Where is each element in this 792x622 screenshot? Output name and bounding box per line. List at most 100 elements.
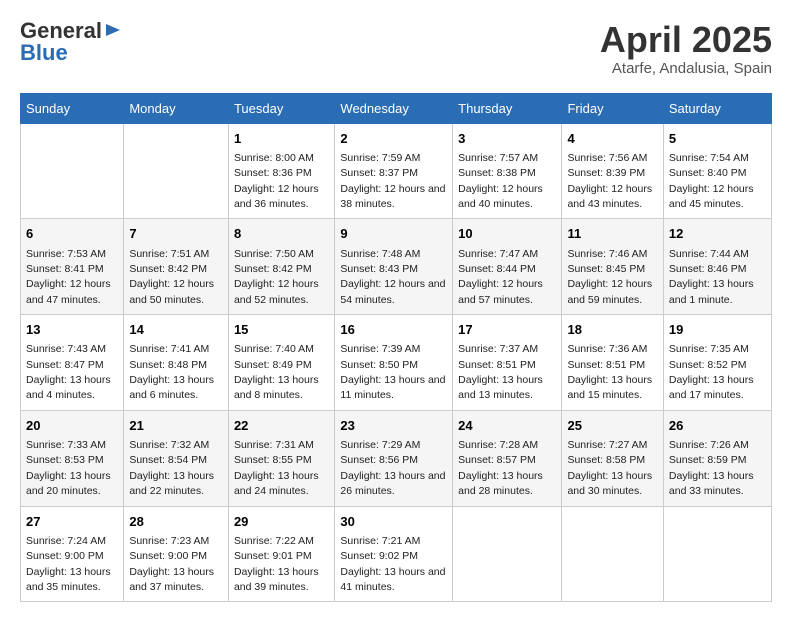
day-number: 17	[458, 321, 556, 339]
sunrise-info: Sunrise: 7:29 AM	[340, 439, 420, 451]
day-number: 15	[234, 321, 329, 339]
sunrise-info: Sunrise: 7:40 AM	[234, 343, 314, 355]
logo-general: General	[20, 20, 102, 42]
calendar-cell: 19Sunrise: 7:35 AMSunset: 8:52 PMDayligh…	[663, 315, 771, 411]
logo-flag-icon	[104, 22, 122, 40]
sunrise-info: Sunrise: 7:43 AM	[26, 343, 106, 355]
day-number: 6	[26, 225, 118, 243]
calendar-week-3: 13Sunrise: 7:43 AMSunset: 8:47 PMDayligh…	[21, 315, 772, 411]
calendar-table: SundayMondayTuesdayWednesdayThursdayFrid…	[20, 93, 772, 603]
calendar-cell: 21Sunrise: 7:32 AMSunset: 8:54 PMDayligh…	[124, 410, 229, 506]
calendar-cell: 8Sunrise: 7:50 AMSunset: 8:42 PMDaylight…	[228, 219, 334, 315]
daylight-info: Daylight: 13 hours and 17 minutes.	[669, 374, 754, 401]
sunrise-info: Sunrise: 7:37 AM	[458, 343, 538, 355]
sunset-info: Sunset: 9:00 PM	[26, 550, 104, 562]
calendar-cell: 7Sunrise: 7:51 AMSunset: 8:42 PMDaylight…	[124, 219, 229, 315]
column-header-monday: Monday	[124, 93, 229, 123]
daylight-info: Daylight: 12 hours and 59 minutes.	[567, 278, 652, 305]
day-number: 28	[129, 513, 223, 531]
page-subtitle: Atarfe, Andalusia, Spain	[600, 60, 772, 77]
calendar-week-2: 6 Sunrise: 7:53 AM Sunset: 8:41 PM Daylight…	[21, 219, 772, 315]
daylight-info: Daylight: 12 hours and 52 minutes.	[234, 278, 319, 305]
calendar-cell: 4Sunrise: 7:56 AMSunset: 8:39 PMDaylight…	[562, 123, 663, 219]
calendar-cell	[562, 506, 663, 602]
daylight-info: Daylight: 12 hours and 57 minutes.	[458, 278, 543, 305]
calendar-cell	[21, 123, 124, 219]
daylight-info: Daylight: 13 hours and 11 minutes.	[340, 374, 445, 401]
calendar-cell: 18Sunrise: 7:36 AMSunset: 8:51 PMDayligh…	[562, 315, 663, 411]
day-number: 9	[340, 225, 447, 243]
calendar-cell: 23Sunrise: 7:29 AMSunset: 8:56 PMDayligh…	[335, 410, 453, 506]
sunset-info: Sunset: 8:42 PM	[234, 263, 312, 275]
day-number: 26	[669, 417, 766, 435]
calendar-cell	[663, 506, 771, 602]
sunset-info: Sunset: 8:48 PM	[129, 359, 207, 371]
sunrise-info: Sunrise: 7:39 AM	[340, 343, 420, 355]
sunset-info: Sunset: 8:56 PM	[340, 454, 418, 466]
sunset-info: Sunset: 8:58 PM	[567, 454, 645, 466]
sunrise-info: Sunrise: 7:27 AM	[567, 439, 647, 451]
sunrise-info: Sunrise: 7:57 AM	[458, 152, 538, 164]
daylight-info: Daylight: 13 hours and 30 minutes.	[567, 470, 652, 497]
sunrise-info: Sunrise: 7:36 AM	[567, 343, 647, 355]
column-header-wednesday: Wednesday	[335, 93, 453, 123]
calendar-cell: 27Sunrise: 7:24 AMSunset: 9:00 PMDayligh…	[21, 506, 124, 602]
day-number: 8	[234, 225, 329, 243]
calendar-cell: 29Sunrise: 7:22 AMSunset: 9:01 PMDayligh…	[228, 506, 334, 602]
column-header-tuesday: Tuesday	[228, 93, 334, 123]
daylight-info: Daylight: 13 hours and 26 minutes.	[340, 470, 445, 497]
daylight-info: Daylight: 13 hours and 4 minutes.	[26, 374, 111, 401]
daylight-info: Daylight: 12 hours and 50 minutes.	[129, 278, 214, 305]
sunrise-info: Sunrise: 7:51 AM	[129, 248, 209, 260]
daylight-info: Daylight: 13 hours and 24 minutes.	[234, 470, 319, 497]
day-number: 7	[129, 225, 223, 243]
column-header-thursday: Thursday	[453, 93, 562, 123]
calendar-cell: 6 Sunrise: 7:53 AM Sunset: 8:41 PM Daylight…	[21, 219, 124, 315]
column-header-sunday: Sunday	[21, 93, 124, 123]
daylight-info: Daylight: 13 hours and 15 minutes.	[567, 374, 652, 401]
calendar-cell: 12Sunrise: 7:44 AMSunset: 8:46 PMDayligh…	[663, 219, 771, 315]
sunset-info: Sunset: 8:53 PM	[26, 454, 104, 466]
daylight-info: Daylight: 12 hours and 43 minutes.	[567, 183, 652, 210]
calendar-cell: 24Sunrise: 7:28 AMSunset: 8:57 PMDayligh…	[453, 410, 562, 506]
day-number: 2	[340, 130, 447, 148]
calendar-cell: 2Sunrise: 7:59 AMSunset: 8:37 PMDaylight…	[335, 123, 453, 219]
day-number: 4	[567, 130, 657, 148]
calendar-cell: 11Sunrise: 7:46 AMSunset: 8:45 PMDayligh…	[562, 219, 663, 315]
page-title: April 2025	[600, 20, 772, 60]
logo: General Blue	[20, 20, 122, 65]
day-number: 30	[340, 513, 447, 531]
day-number: 5	[669, 130, 766, 148]
calendar-cell: 30Sunrise: 7:21 AMSunset: 9:02 PMDayligh…	[335, 506, 453, 602]
sunset-info: Sunset: 8:57 PM	[458, 454, 536, 466]
sunrise-info: Sunrise: 7:23 AM	[129, 535, 209, 547]
sunrise-info: Sunrise: 7:21 AM	[340, 535, 420, 547]
calendar-week-5: 27Sunrise: 7:24 AMSunset: 9:00 PMDayligh…	[21, 506, 772, 602]
daylight-info: Daylight: 12 hours and 40 minutes.	[458, 183, 543, 210]
daylight-info: Daylight: 13 hours and 6 minutes.	[129, 374, 214, 401]
daylight-info: Daylight: 13 hours and 20 minutes.	[26, 470, 111, 497]
sunrise-info: Sunrise: 7:46 AM	[567, 248, 647, 260]
sunrise-info: Sunrise: 7:56 AM	[567, 152, 647, 164]
sunrise-info: Sunrise: 7:35 AM	[669, 343, 749, 355]
sunset-info: Sunset: 8:44 PM	[458, 263, 536, 275]
calendar-cell: 10Sunrise: 7:47 AMSunset: 8:44 PMDayligh…	[453, 219, 562, 315]
sunrise-info: Sunrise: 7:24 AM	[26, 535, 106, 547]
calendar-cell: 22Sunrise: 7:31 AMSunset: 8:55 PMDayligh…	[228, 410, 334, 506]
day-number: 3	[458, 130, 556, 148]
daylight-info: Daylight: 13 hours and 33 minutes.	[669, 470, 754, 497]
daylight-info: Daylight: 12 hours and 47 minutes.	[26, 278, 111, 305]
sunset-info: Sunset: 9:02 PM	[340, 550, 418, 562]
sunset-info: Sunset: 9:01 PM	[234, 550, 312, 562]
sunrise-info: Sunrise: 7:41 AM	[129, 343, 209, 355]
calendar-cell: 26Sunrise: 7:26 AMSunset: 8:59 PMDayligh…	[663, 410, 771, 506]
daylight-info: Daylight: 13 hours and 22 minutes.	[129, 470, 214, 497]
calendar-week-4: 20Sunrise: 7:33 AMSunset: 8:53 PMDayligh…	[21, 410, 772, 506]
calendar-cell: 1Sunrise: 8:00 AMSunset: 8:36 PMDaylight…	[228, 123, 334, 219]
sunrise-info: Sunrise: 7:53 AM	[26, 248, 106, 260]
sunset-info: Sunset: 8:41 PM	[26, 263, 104, 275]
sunset-info: Sunset: 8:59 PM	[669, 454, 747, 466]
day-number: 25	[567, 417, 657, 435]
calendar-cell	[124, 123, 229, 219]
day-number: 29	[234, 513, 329, 531]
